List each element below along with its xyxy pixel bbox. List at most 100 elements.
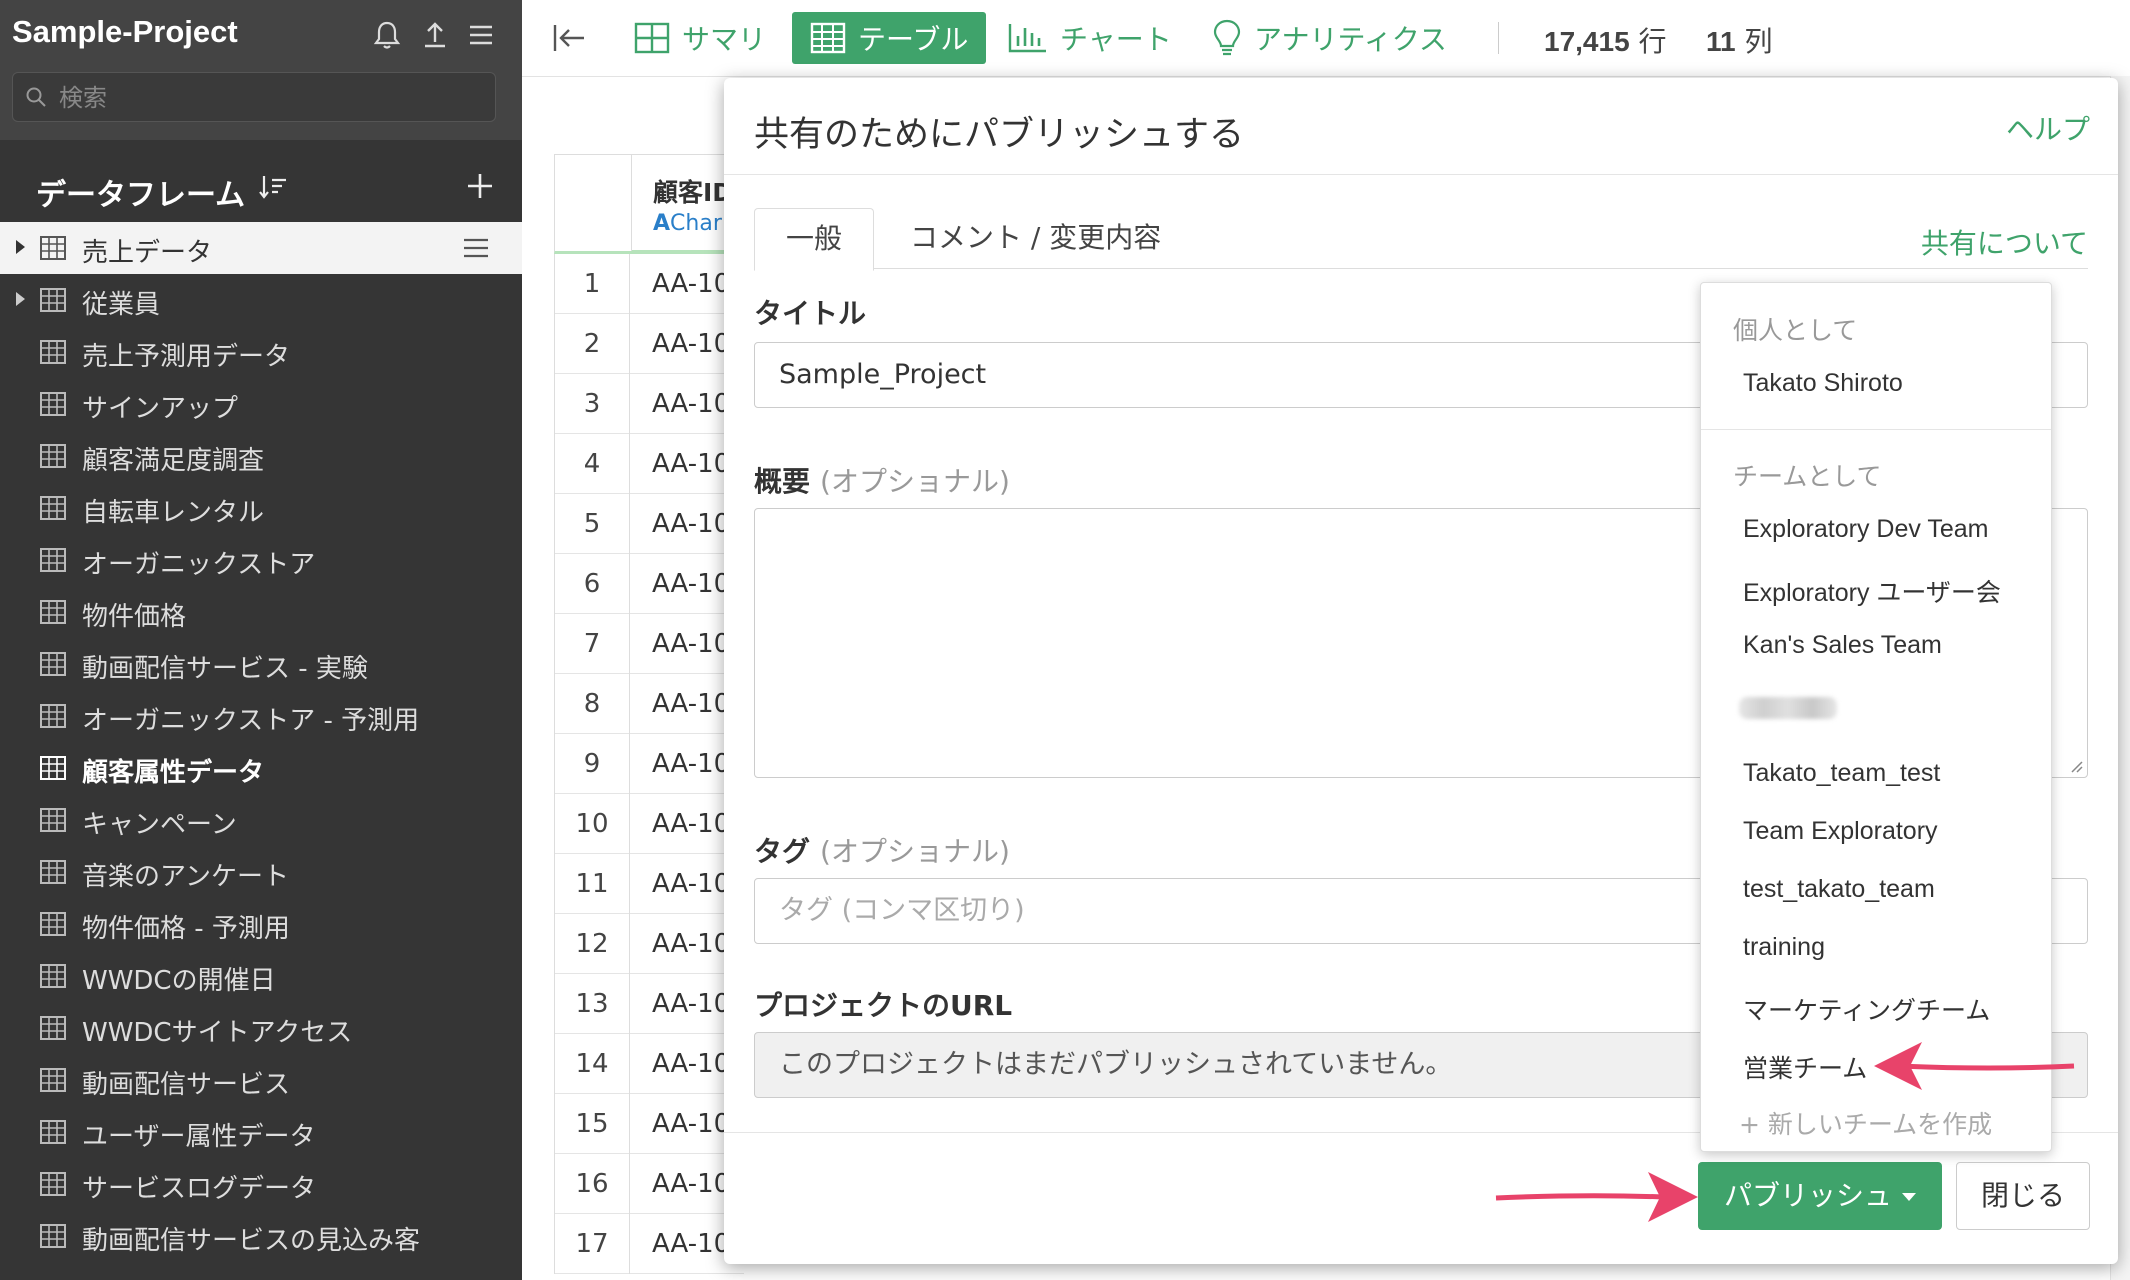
item-menu-icon[interactable] [462,236,490,260]
expand-arrow-icon[interactable] [16,292,25,306]
close-button[interactable]: 閉じる [1956,1162,2090,1230]
team-item[interactable]: マーケティングチーム [1743,991,1990,1027]
sidebar-item[interactable]: 従業員 [0,274,522,326]
table-row[interactable]: 17 AA-10 [554,1214,744,1274]
team-item[interactable]: Team Exploratory [1743,817,1938,846]
table-row[interactable]: 16 AA-10 [554,1154,744,1214]
sidebar-item[interactable]: WWDCの開催日 [0,950,522,1002]
sidebar-item[interactable]: 自転車レンタル [0,482,522,534]
sidebar-item[interactable]: 顧客属性データ [0,742,522,794]
row-number: 8 [554,674,630,734]
cell-value: AA-10 [652,749,731,779]
resize-handle-icon[interactable] [2067,757,2083,773]
create-team-link[interactable]: + 新しいチームを作成 [1739,1105,1992,1141]
sidebar-item[interactable]: WWDCサイトアクセス [0,1002,522,1054]
toolbar: サマリ テーブル チャート アナリティクス 17,415 行 11 列 [522,0,2130,77]
table-row[interactable]: 14 AA-10 [554,1034,744,1094]
row-number: 15 [554,1094,630,1154]
sidebar-item[interactable]: 売上データ [0,222,522,274]
tab-analytics-label: アナリティクス [1254,23,1447,56]
tab-summary[interactable]: サマリ [634,12,766,64]
sidebar-item[interactable]: 物件価格 - 予測用 [0,898,522,950]
sidebar-item[interactable]: サインアップ [0,378,522,430]
sidebar-item[interactable]: 動画配信サービスの見込み客 [0,1210,522,1262]
bell-icon[interactable] [370,18,404,52]
table-row[interactable]: 3 AA-10 [554,374,744,434]
team-item[interactable]: Takato_team_test [1743,759,1940,788]
sidebar-item-label: 従業員 [82,290,161,320]
tab-general[interactable]: 一般 [754,208,874,271]
table-icon [810,22,846,54]
sidebar-item-label: 物件価格 [82,602,187,632]
tab-table-label: テーブル [858,23,969,56]
table-row[interactable]: 9 AA-10 [554,734,744,794]
table-row[interactable]: 10 AA-10 [554,794,744,854]
row-number: 1 [554,254,630,314]
sidebar-item[interactable]: 音楽のアンケート [0,846,522,898]
sidebar-item-label: キャンペーン [82,810,237,840]
table-icon [40,808,66,832]
sidebar-item-label: 動画配信サービス - 実験 [82,654,368,684]
sidebar-item-label: 売上データ [82,238,213,268]
personal-user-item[interactable]: Takato Shiroto [1743,369,1903,398]
cell-value: AA-10 [652,1169,731,1199]
sidebar-item[interactable]: サービスログデータ [0,1158,522,1210]
sort-icon[interactable] [258,172,288,202]
sidebar-item[interactable]: キャンペーン [0,794,522,846]
table-row[interactable]: 5 AA-10 [554,494,744,554]
column-header[interactable]: 顧客ID AChar [554,154,744,254]
about-sharing-link[interactable]: 共有について [1921,222,2088,262]
table-icon [40,756,66,780]
search-box[interactable] [12,72,496,122]
team-item[interactable]: training [1743,933,1825,962]
table-row[interactable]: 15 AA-10 [554,1094,744,1154]
add-dataframe-icon[interactable] [462,168,498,204]
sidebar-item[interactable]: オーガニックストア - 予測用 [0,690,522,742]
row-number: 17 [554,1214,630,1274]
table-row[interactable]: 7 AA-10 [554,614,744,674]
tab-table[interactable]: テーブル [792,12,987,64]
sidebar-item[interactable]: 物件価格 [0,586,522,638]
table-row[interactable]: 6 AA-10 [554,554,744,614]
table-row[interactable]: 1 AA-10 [554,254,744,314]
publish-target-dropdown: 個人として Takato Shiroto チームとして Exploratory … [1700,282,2052,1152]
tab-analytics[interactable]: アナリティクス [1212,12,1447,64]
sidebar-item[interactable]: オーガニックストア [0,534,522,586]
tab-comment[interactable]: コメント / 変更内容 [910,208,1161,268]
table-row[interactable]: 13 AA-10 [554,974,744,1034]
row-number: 13 [554,974,630,1034]
table-icon [40,1120,66,1144]
menu-icon[interactable] [464,18,498,52]
tab-chart[interactable]: チャート [1008,12,1172,64]
table-row[interactable]: 4 AA-10 [554,434,744,494]
upload-icon[interactable] [418,18,452,52]
table-row[interactable]: 12 AA-10 [554,914,744,974]
table-icon [40,392,66,416]
table-icon [40,1172,66,1196]
row-number: 4 [554,434,630,494]
table-row[interactable]: 8 AA-10 [554,674,744,734]
table-icon [40,236,66,260]
row-number: 14 [554,1034,630,1094]
sidebar-item-label: WWDCサイトアクセス [82,1018,353,1048]
team-item[interactable]: test_takato_team [1743,875,1935,904]
team-header: チームとして [1733,462,1882,491]
team-item[interactable]: Exploratory ユーザー会 [1743,573,2001,609]
sidebar-item[interactable]: 動画配信サービス [0,1054,522,1106]
sidebar-item[interactable]: 動画配信サービス - 実験 [0,638,522,690]
table-row[interactable]: 2 AA-10 [554,314,744,374]
sidebar-item[interactable]: ユーザー属性データ [0,1106,522,1158]
sidebar-item[interactable]: 顧客満足度調査 [0,430,522,482]
collapse-sidebar-icon[interactable] [552,22,588,54]
expand-arrow-icon[interactable] [16,240,25,254]
sidebar-item[interactable]: 売上予測用データ [0,326,522,378]
table-row[interactable]: 11 AA-10 [554,854,744,914]
team-item[interactable]: Kan's Sales Team [1743,631,1942,660]
search-input[interactable] [57,81,481,115]
team-item[interactable]: 営業チーム [1743,1049,1867,1085]
team-item[interactable]: Exploratory Dev Team [1743,515,1988,544]
team-item-redacted[interactable] [1739,697,1837,719]
publish-button[interactable]: パブリッシュ [1698,1162,1942,1230]
help-link[interactable]: ヘルプ [2006,108,2090,148]
tab-chart-label: チャート [1060,23,1172,56]
